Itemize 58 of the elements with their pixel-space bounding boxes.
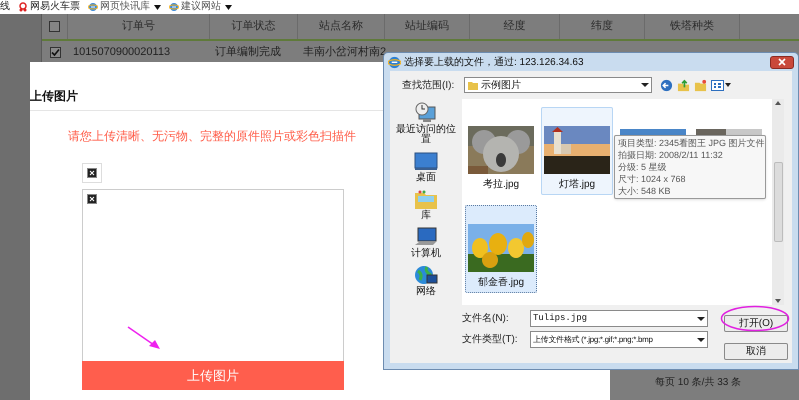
new-folder-icon[interactable] — [694, 78, 707, 92]
look-in-dropdown[interactable]: 示例图片 — [464, 77, 652, 93]
toolbar-text: 线 — [0, 2, 10, 12]
pager-text: 每页 10 条/共 33 条 — [655, 376, 742, 390]
favorite-link[interactable]: 网易火车票 — [18, 2, 80, 12]
checkbox[interactable] — [50, 46, 60, 58]
dropdown-caret-icon[interactable] — [697, 316, 705, 322]
favorite-link[interactable]: 网页快讯库 — [88, 2, 161, 12]
folder-icon — [468, 80, 478, 90]
pointer-arrow — [127, 326, 161, 350]
back-icon[interactable] — [660, 78, 673, 92]
file-item[interactable]: 考拉.jpg — [465, 107, 537, 195]
knot-logo-icon — [18, 2, 28, 12]
look-in-value: 示例图片 — [481, 78, 521, 92]
dropdown-caret-icon[interactable] — [154, 4, 161, 10]
broken-image-icon — [87, 194, 97, 204]
dropdown-caret-icon[interactable] — [697, 336, 705, 342]
close-button[interactable] — [770, 56, 794, 68]
up-folder-icon[interactable] — [677, 78, 690, 92]
column-header: 订单状态 — [232, 18, 276, 34]
column-header: 站址编码 — [405, 19, 449, 34]
column-header: 经度 — [504, 18, 526, 34]
file-info-tooltip: 项目类型: 2345看图王 JPG 图片文件 拍摄日期: 2008/2/11 11:32 分级: 5 星级 尺寸: 1024 x 768 大小: 548 KB — [614, 135, 766, 199]
scroll-up-icon[interactable] — [775, 101, 781, 105]
place-label[interactable]: 最近访问的位置 — [393, 125, 459, 145]
broken-image-icon — [87, 168, 97, 178]
dialog-button[interactable]: 打开(O) — [724, 315, 788, 332]
notice-text: 请您上传清晰、无污物、完整的原件照片或彩色扫描件 — [68, 128, 356, 145]
dialog-title: 选择要上载的文件，通过: 123.126.34.63 — [404, 56, 584, 70]
file-item[interactable]: 灯塔.jpg — [541, 107, 613, 195]
view-menu-icon[interactable] — [711, 80, 731, 90]
place-label[interactable]: 桌面 — [393, 173, 459, 183]
dropdown-caret-icon[interactable] — [225, 4, 232, 10]
table-cell: 1015070900020113 — [73, 46, 170, 58]
look-in-label: 查找范围(I): — [402, 78, 456, 92]
place-label[interactable]: 库 — [393, 211, 459, 221]
dialog-button[interactable]: 取消 — [724, 343, 788, 360]
scrollbar[interactable] — [772, 99, 784, 305]
close-icon — [778, 58, 786, 66]
column-header: 站点名称 — [319, 18, 363, 34]
favorite-link[interactable]: 建议网站 — [169, 2, 232, 12]
table-cell: 订单编制完成 — [215, 46, 281, 58]
place-label[interactable]: 网络 — [393, 287, 459, 297]
checkbox[interactable] — [49, 21, 60, 32]
dropdown-caret-icon — [641, 82, 649, 88]
column-header: 铁塔种类 — [670, 19, 714, 34]
file-name-field[interactable]: Tulips.jpg — [530, 310, 708, 327]
modal-title: 上传图片 — [30, 88, 78, 105]
file-type-label: 文件类型(T): — [462, 332, 519, 347]
network-globe-icon[interactable] — [413, 263, 439, 287]
file-type-dropdown[interactable]: 上传文件格式 (*.jpg;*.gif;*.png;*.bmp — [530, 331, 708, 348]
place-label[interactable]: 计算机 — [393, 249, 459, 259]
globe-e-icon — [388, 56, 401, 68]
file-item[interactable]: 郁金香.jpg — [465, 205, 537, 293]
column-header: 订单号 — [122, 19, 155, 34]
scroll-down-icon[interactable] — [775, 299, 781, 303]
column-header: 纬度 — [591, 18, 613, 34]
file-name-label: 文件名(N): — [462, 312, 510, 326]
